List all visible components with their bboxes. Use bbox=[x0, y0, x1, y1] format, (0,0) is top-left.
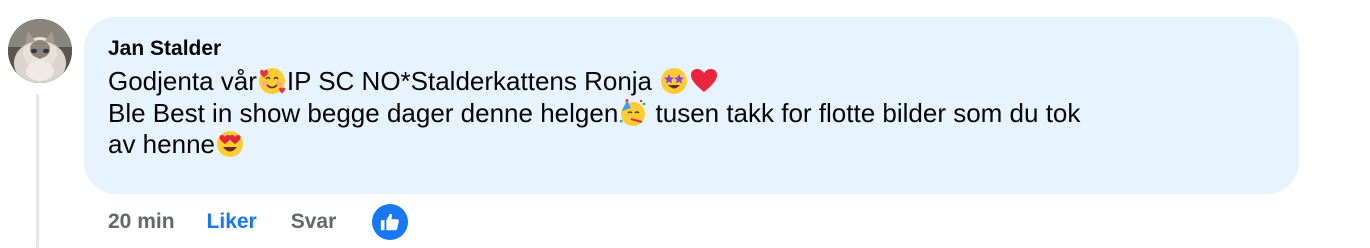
red-heart-icon bbox=[691, 69, 718, 92]
heart-eyes-icon bbox=[216, 131, 243, 157]
cat-avatar-image bbox=[8, 19, 72, 83]
comment-text-line-1: Godjenta vår IP SC NO*Stalderkattens Ron… bbox=[108, 66, 1275, 96]
reaction-count-badge[interactable] bbox=[372, 204, 409, 240]
thread-connector-line bbox=[36, 94, 39, 248]
comment-text-line-2: Ble Best in show begge dager denne helge… bbox=[108, 98, 1275, 128]
comment-text-segment: Godjenta vår bbox=[108, 66, 257, 96]
reply-button[interactable]: Svar bbox=[291, 210, 337, 234]
comment-text-segment: Ble Best in show begge dager denne helge… bbox=[108, 98, 619, 128]
partying-face-icon bbox=[620, 99, 646, 126]
comment-text-line-3: av henne bbox=[108, 129, 1275, 159]
comment-text-segment: IP SC NO*Stalderkattens Ronja bbox=[286, 66, 660, 96]
comment-thread: Jan Stalder Godjenta vår IP SC NO*Stalde… bbox=[0, 0, 1370, 248]
avatar[interactable] bbox=[8, 19, 72, 83]
smiling-face-with-hearts-icon bbox=[258, 68, 285, 94]
comment-timestamp[interactable]: 20 min bbox=[108, 210, 175, 234]
like-button[interactable]: Liker bbox=[207, 210, 257, 234]
comment-bubble: Jan Stalder Godjenta vår IP SC NO*Stalde… bbox=[84, 17, 1299, 194]
thumbs-up-icon bbox=[381, 213, 400, 231]
star-struck-icon bbox=[661, 68, 688, 94]
comment-text-segment: av henne bbox=[108, 129, 215, 159]
comment-text-segment: tusen takk for flotte bilder som du tok bbox=[648, 98, 1081, 128]
comment-actions: 20 min Liker Svar bbox=[108, 204, 409, 240]
comment-author[interactable]: Jan Stalder bbox=[108, 36, 1275, 62]
